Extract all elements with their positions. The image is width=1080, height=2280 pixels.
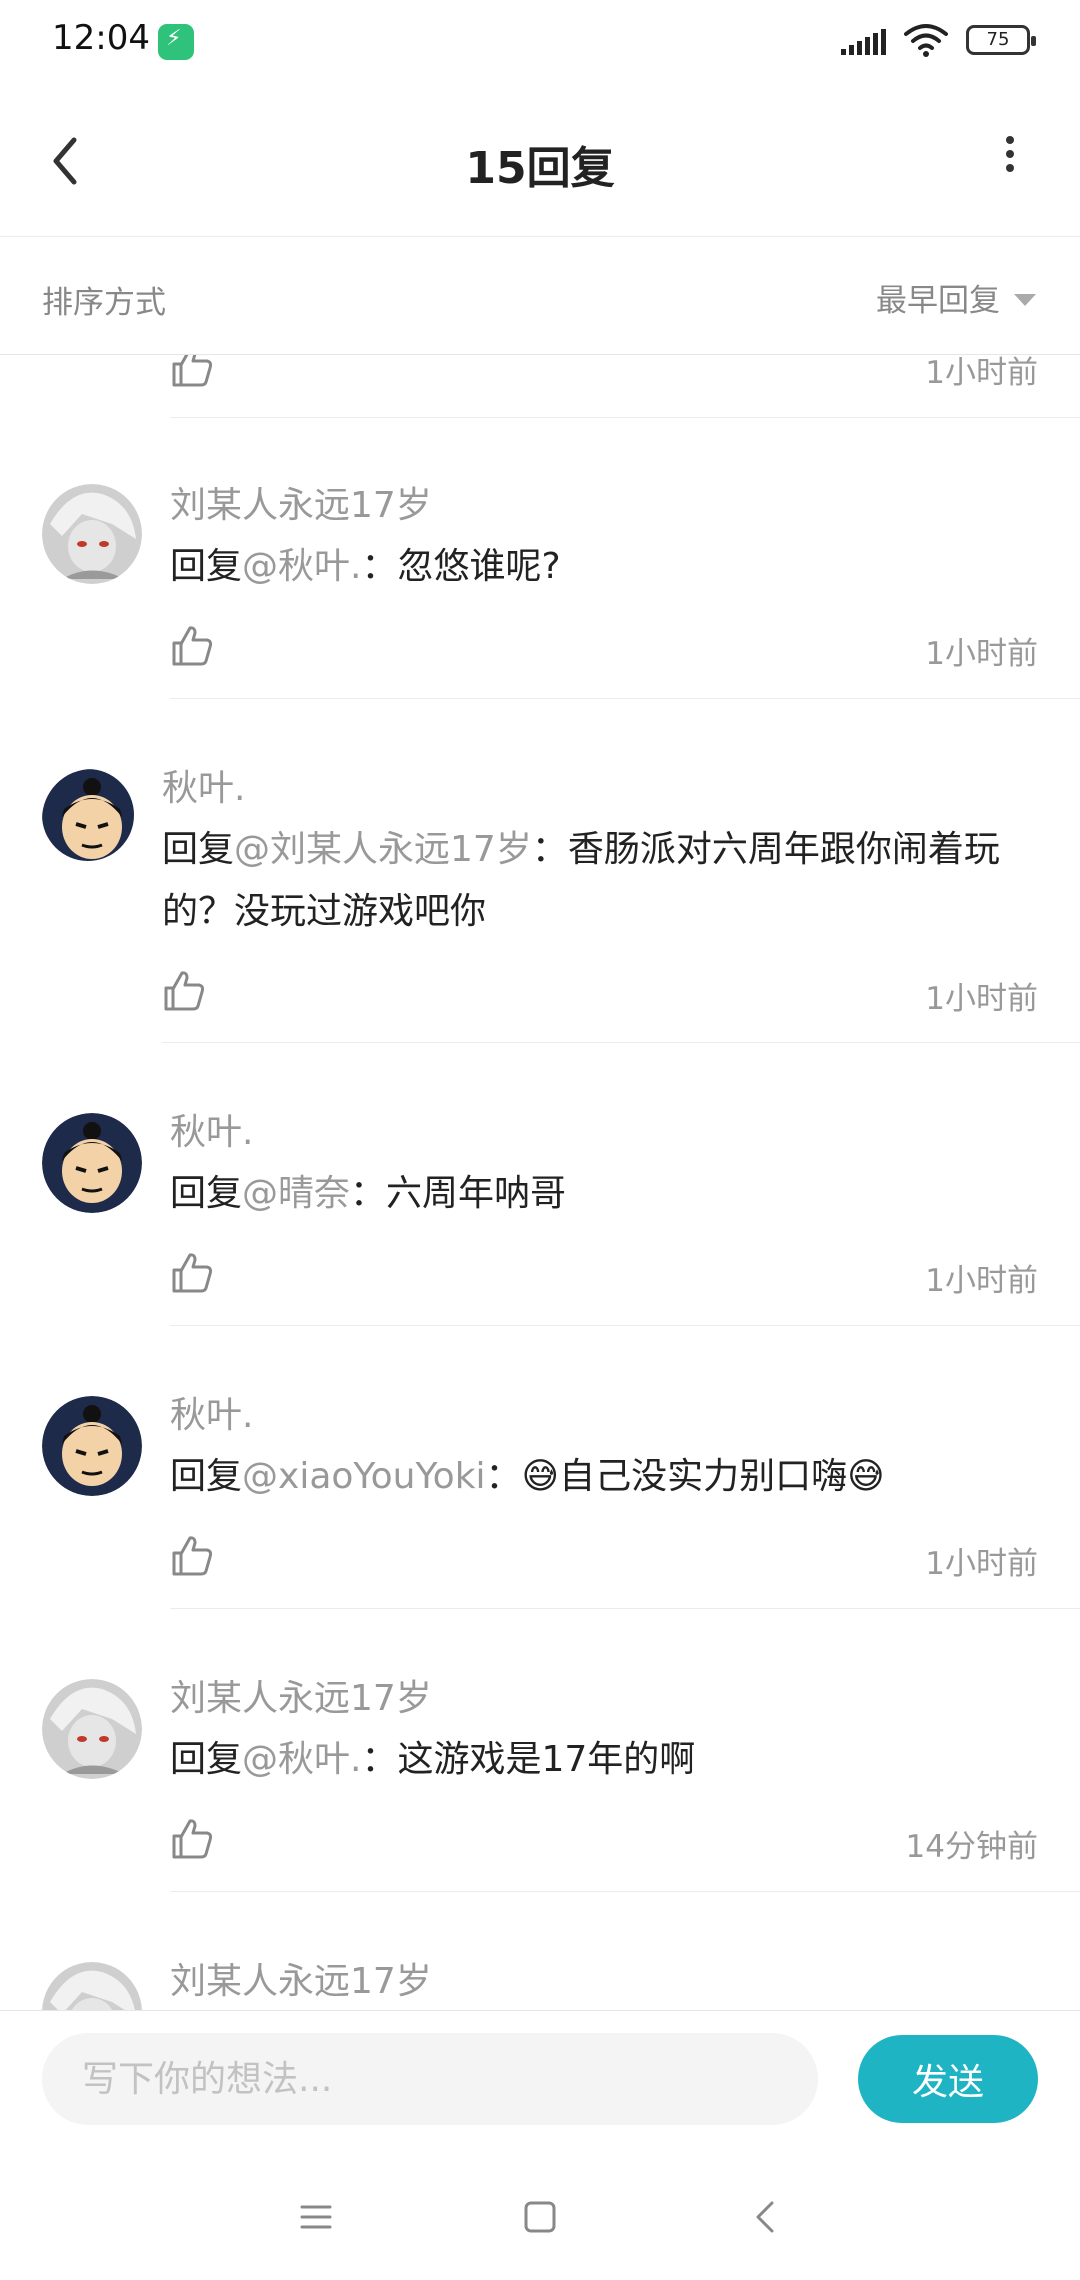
home-square-icon[interactable] xyxy=(510,2187,570,2247)
mention-link[interactable]: @秋叶. xyxy=(242,1739,361,1780)
reply-list[interactable]: 1小时前 刘某人永远17岁 回复@秋叶.：忽悠谁呢? 1小时前 秋叶. 回复@刘… xyxy=(0,355,1080,2010)
thumbs-up-icon[interactable] xyxy=(170,624,214,668)
mention-link[interactable]: @刘某人永远17岁 xyxy=(234,829,532,870)
reply-body: ：这游戏是17年的啊 xyxy=(361,1739,696,1780)
reply-content: 回复@刘某人永远17岁：香肠派对六周年跟你闹着玩的？没玩过游戏吧你 xyxy=(162,819,1032,943)
reply-item: 秋叶. 回复@xiaoYouYoki：😅自己没实力别口嗨😅 1小时前 xyxy=(0,1326,1080,1609)
username[interactable]: 刘某人永远17岁 xyxy=(170,476,432,528)
avatar[interactable] xyxy=(42,1113,142,1213)
status-time: 12:04 xyxy=(52,18,150,58)
battery-icon: 75 xyxy=(966,25,1036,55)
reply-item: 刘某人永远17岁 回复@秋叶.：这游戏是17年的啊 14分钟前 xyxy=(0,1609,1080,1892)
more-vertical-icon[interactable] xyxy=(990,130,1030,200)
avatar[interactable] xyxy=(42,1679,142,1779)
reply-timestamp: 14分钟前 xyxy=(905,1829,1038,1865)
thumbs-up-icon[interactable] xyxy=(170,355,214,389)
app-notification-icon xyxy=(158,24,194,60)
reply-prefix: 回复 xyxy=(170,1739,243,1780)
status-bar: 12:04 75 xyxy=(0,0,1080,90)
thumbs-up-icon[interactable] xyxy=(170,1251,214,1295)
username[interactable]: 秋叶. xyxy=(162,759,245,811)
thumbs-up-icon[interactable] xyxy=(170,1817,214,1861)
nav-back-icon[interactable] xyxy=(736,2187,796,2247)
avatar[interactable] xyxy=(42,484,142,584)
reply-item: 刘某人永远17岁 回复@秋叶.：忽悠谁呢? 1小时前 xyxy=(0,418,1080,699)
system-nav-bar xyxy=(0,2149,1080,2280)
username[interactable]: 秋叶. xyxy=(170,1386,253,1438)
reply-timestamp: 1小时前 xyxy=(925,1263,1038,1299)
caret-down-icon xyxy=(1014,293,1036,306)
reply-body: ：忽悠谁呢? xyxy=(361,546,561,587)
battery-level: 75 xyxy=(986,29,1010,50)
reply-input-bar: 发送 xyxy=(0,2010,1080,2150)
reply-prefix: 回复 xyxy=(162,829,235,870)
reply-prefix: 回复 xyxy=(170,546,243,587)
reply-prefix: 回复 xyxy=(170,1456,243,1497)
sort-label: 排序方式 xyxy=(42,285,166,321)
reply-content: 回复@xiaoYouYoki：😅自己没实力别口嗨😅 xyxy=(170,1446,1050,1508)
mention-link[interactable]: @秋叶. xyxy=(242,546,361,587)
sort-selected-value: 最早回复 xyxy=(876,283,1000,319)
menu-icon[interactable] xyxy=(286,2187,346,2247)
reply-content: 回复@晴奈：六周年呐哥 xyxy=(170,1163,1050,1225)
reply-timestamp: 1小时前 xyxy=(925,981,1038,1017)
reply-timestamp: 1小时前 xyxy=(925,355,1038,391)
sort-bar: 排序方式 最早回复 xyxy=(0,237,1080,355)
mention-link[interactable]: @晴奈 xyxy=(242,1173,350,1214)
avatar[interactable] xyxy=(42,769,134,861)
sort-dropdown[interactable]: 最早回复 xyxy=(876,275,1036,320)
reply-content: 回复@秋叶.：忽悠谁呢? xyxy=(170,536,1050,598)
reply-timestamp: 1小时前 xyxy=(925,636,1038,672)
reply-content: 回复@秋叶.：这游戏是17年的啊 xyxy=(170,1729,1050,1791)
page-title: 15回复 xyxy=(465,143,615,194)
reply-body: ：六周年呐哥 xyxy=(350,1173,567,1214)
avatar[interactable] xyxy=(42,1962,142,2010)
reply-timestamp: 1小时前 xyxy=(925,1546,1038,1582)
reply-item: 秋叶. 回复@刘某人永远17岁：香肠派对六周年跟你闹着玩的？没玩过游戏吧你 1小… xyxy=(0,699,1080,1043)
reply-input[interactable] xyxy=(42,2033,818,2125)
reply-prefix: 回复 xyxy=(170,1173,243,1214)
title-bar: 15回复 xyxy=(0,90,1080,237)
reply-item: 秋叶. 回复@晴奈：六周年呐哥 1小时前 xyxy=(0,1043,1080,1326)
reply-body: ：😅自己没实力别口嗨😅 xyxy=(485,1456,885,1497)
signal-icon xyxy=(841,25,886,55)
username[interactable]: 刘某人永远17岁 xyxy=(170,1669,432,1721)
avatar[interactable] xyxy=(42,1396,142,1496)
username[interactable]: 刘某人永远17岁 xyxy=(170,1952,432,2004)
reply-item: 刘某人永远17岁 xyxy=(0,1892,1080,2010)
thumbs-up-icon[interactable] xyxy=(162,969,206,1013)
wifi-icon xyxy=(904,24,948,57)
status-indicators: 75 xyxy=(841,22,1036,58)
send-button[interactable]: 发送 xyxy=(858,2035,1038,2123)
thumbs-up-icon[interactable] xyxy=(170,1534,214,1578)
username[interactable]: 秋叶. xyxy=(170,1103,253,1155)
mention-link[interactable]: @xiaoYouYoki xyxy=(242,1456,486,1497)
